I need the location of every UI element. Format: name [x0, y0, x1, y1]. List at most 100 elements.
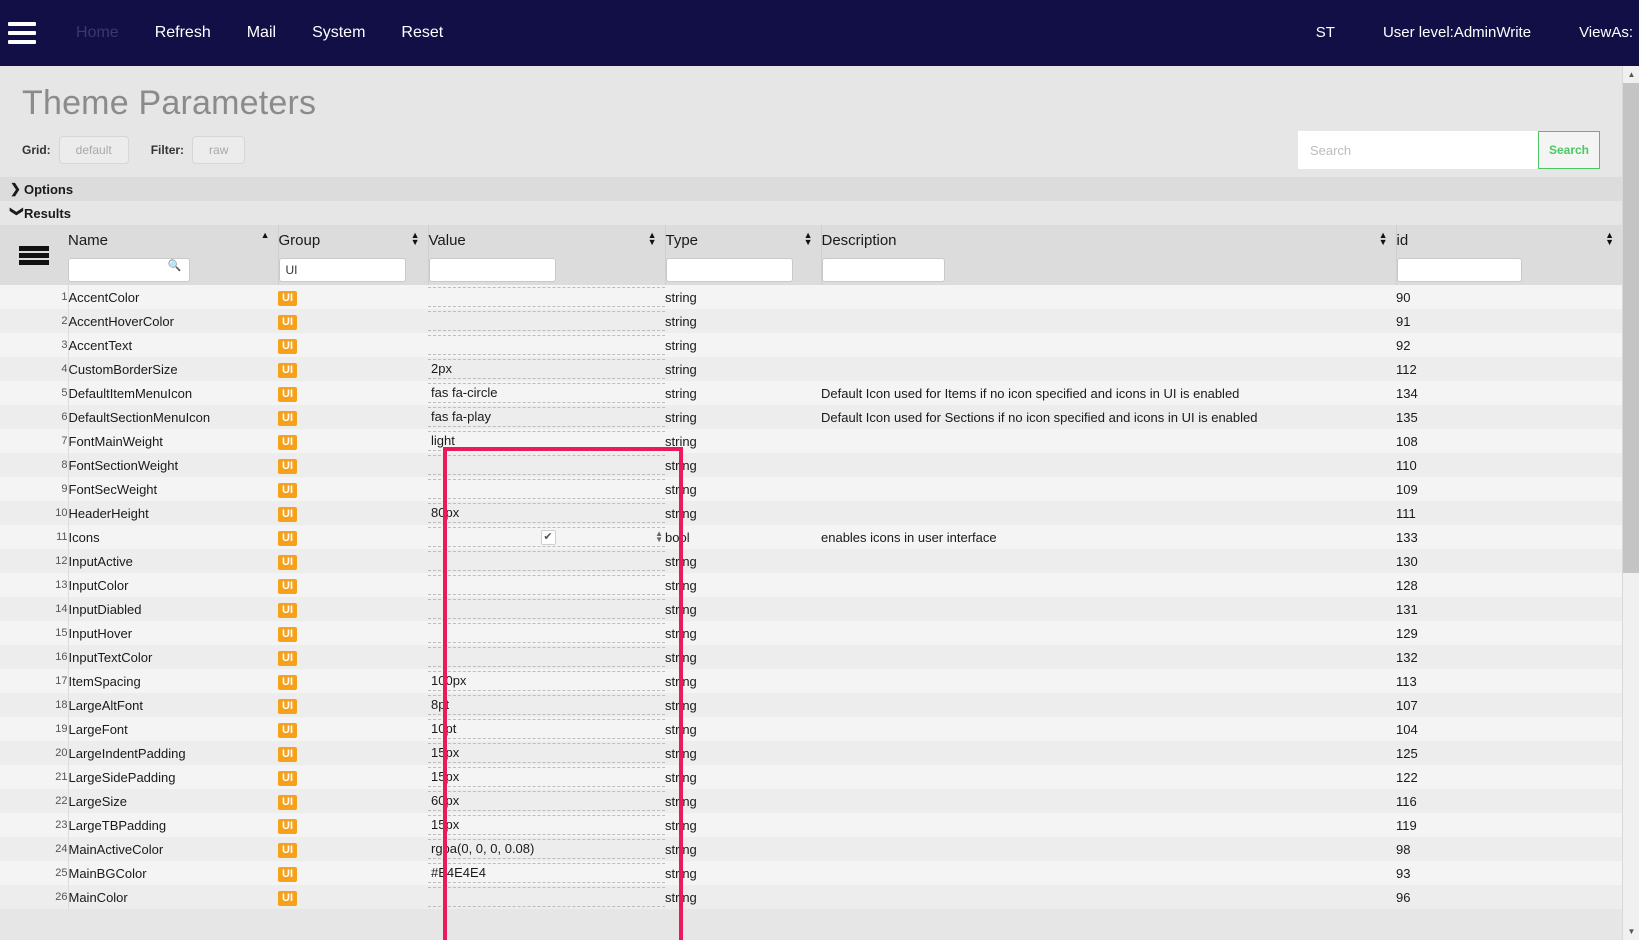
value-text-editor[interactable] [428, 479, 665, 499]
value-text-editor[interactable]: #E4E4E4 [428, 863, 665, 883]
nav-item-reset[interactable]: Reset [383, 0, 461, 66]
table-row[interactable]: 1 AccentColor UI string 90 [0, 285, 1622, 309]
nav-item-home[interactable]: Home [58, 0, 137, 66]
value-text-editor[interactable]: 8pt [428, 695, 665, 715]
column-header-name[interactable]: Name ▲▼ [68, 225, 278, 255]
table-row[interactable]: 16 InputTextColor UI string 132 [0, 645, 1622, 669]
value-text-editor[interactable]: fas fa-play [428, 407, 665, 427]
cell-value[interactable]: 10pt [428, 717, 665, 741]
table-row[interactable]: 10 HeaderHeight UI 80px string 111 [0, 501, 1622, 525]
cell-value[interactable]: 15px [428, 741, 665, 765]
table-row[interactable]: 13 InputColor UI string 128 [0, 573, 1622, 597]
table-row[interactable]: 11 Icons UI ✔ ▲ ▼ bool enables icons in user in… [0, 525, 1622, 549]
value-text-editor[interactable] [428, 647, 665, 667]
cell-value[interactable]: fas fa-play [428, 405, 665, 429]
table-row[interactable]: 5 DefaultItemMenuIcon UI fas fa-circle strin… [0, 381, 1622, 405]
value-text-editor[interactable]: 15px [428, 743, 665, 763]
cell-value[interactable] [428, 477, 665, 501]
filter-input-group[interactable] [278, 258, 406, 282]
sort-arrows-id-icon[interactable]: ▲ ▼ [1605, 231, 1614, 247]
value-text-editor[interactable] [428, 455, 665, 475]
table-row[interactable]: 24 MainActiveColor UI rgba(0, 0, 0, 0.08) st… [0, 837, 1622, 861]
table-row[interactable]: 21 LargeSidePadding UI 15px string 122 [0, 765, 1622, 789]
checkbox-icon[interactable]: ✔ [540, 529, 556, 545]
cell-value[interactable]: #E4E4E4 [428, 861, 665, 885]
table-row[interactable]: 14 InputDiabled UI string 131 [0, 597, 1622, 621]
value-text-editor[interactable] [428, 887, 665, 907]
value-text-editor[interactable]: 15px [428, 767, 665, 787]
cell-value[interactable]: light [428, 429, 665, 453]
table-row[interactable]: 18 LargeAltFont UI 8pt string 107 [0, 693, 1622, 717]
table-row[interactable]: 4 CustomBorderSize UI 2px string 112 [0, 357, 1622, 381]
value-text-editor[interactable]: 60px [428, 791, 665, 811]
sort-arrows-value-icon[interactable]: ▲ ▼ [648, 231, 657, 247]
cell-value[interactable]: 80px [428, 501, 665, 525]
cell-value[interactable] [428, 549, 665, 573]
cell-value[interactable]: 15px [428, 765, 665, 789]
value-text-editor[interactable] [428, 575, 665, 595]
cell-value[interactable]: ✔ ▲ ▼ [428, 525, 665, 549]
column-header-type[interactable]: Type ▲ ▼ [664, 225, 821, 255]
search-input[interactable] [1297, 131, 1538, 169]
grid-default-button[interactable]: default [58, 136, 129, 164]
nav-right-item-0[interactable]: ST [1292, 0, 1359, 66]
filter-input-description[interactable] [821, 258, 945, 282]
spinner-icon[interactable]: ▲ ▼ [655, 530, 663, 544]
vertical-scrollbar[interactable]: ▲ ▼ [1622, 66, 1639, 940]
column-header-description[interactable]: Description ▲ ▼ [820, 225, 1396, 255]
cell-value[interactable]: 100px [428, 669, 665, 693]
value-text-editor[interactable]: light [428, 431, 665, 451]
value-text-editor[interactable] [428, 287, 665, 307]
cell-value[interactable]: fas fa-circle [428, 381, 665, 405]
cell-value[interactable]: 8pt [428, 693, 665, 717]
table-row[interactable]: 3 AccentText UI string 92 [0, 333, 1622, 357]
value-text-editor[interactable] [428, 623, 665, 643]
filter-input-name[interactable] [68, 258, 190, 282]
nav-item-system[interactable]: System [294, 0, 383, 66]
value-text-editor[interactable] [428, 335, 665, 355]
column-header-value[interactable]: Value ▲ ▼ [427, 225, 665, 255]
cell-value[interactable]: 15px [428, 813, 665, 837]
table-row[interactable]: 12 InputActive UI string 130 [0, 549, 1622, 573]
table-row[interactable]: 7 FontMainWeight UI light string 108 [0, 429, 1622, 453]
sort-arrows-name-icon[interactable]: ▲▼ [261, 231, 270, 247]
value-text-editor[interactable]: rgba(0, 0, 0, 0.08) [428, 839, 665, 859]
table-row[interactable]: 6 DefaultSectionMenuIcon UI fas fa-play stri… [0, 405, 1622, 429]
cell-value[interactable] [428, 885, 665, 909]
nav-right-item-2[interactable]: ViewAs: [1555, 0, 1639, 66]
cell-value[interactable] [428, 333, 665, 357]
cell-value[interactable]: 2px [428, 357, 665, 381]
cell-value[interactable]: rgba(0, 0, 0, 0.08) [428, 837, 665, 861]
value-text-editor[interactable] [428, 551, 665, 571]
table-row[interactable]: 15 InputHover UI string 129 [0, 621, 1622, 645]
nav-right-item-1[interactable]: User level:AdminWrite [1359, 0, 1555, 66]
value-text-editor[interactable] [428, 599, 665, 619]
cell-value[interactable] [428, 645, 665, 669]
value-text-editor[interactable]: 2px [428, 359, 665, 379]
value-text-editor[interactable]: fas fa-circle [428, 383, 665, 403]
scroll-down-arrow-icon[interactable]: ▼ [1623, 923, 1639, 940]
table-row[interactable]: 26 MainColor UI string 96 [0, 885, 1622, 909]
cell-value[interactable] [428, 621, 665, 645]
grid-menu-icon[interactable] [0, 225, 68, 285]
cell-value[interactable] [428, 309, 665, 333]
table-row[interactable]: 9 FontSecWeight UI string 109 [0, 477, 1622, 501]
section-header-options[interactable]: ❯ Options [0, 177, 1622, 201]
table-row[interactable]: 20 LargeIndentPadding UI 15px string 125 [0, 741, 1622, 765]
table-row[interactable]: 8 FontSectionWeight UI string 110 [0, 453, 1622, 477]
value-text-editor[interactable]: 15px [428, 815, 665, 835]
column-header-id[interactable]: id ▲ ▼ [1395, 225, 1622, 255]
filter-input-value[interactable] [428, 258, 556, 282]
cell-value[interactable] [428, 285, 665, 309]
scrollbar-thumb[interactable] [1623, 83, 1639, 573]
value-text-editor[interactable]: 10pt [428, 719, 665, 739]
value-text-editor[interactable]: 100px [428, 671, 665, 691]
filter-raw-button[interactable]: raw [192, 136, 246, 164]
filter-input-id[interactable] [1396, 258, 1522, 282]
search-button[interactable]: Search [1537, 131, 1600, 169]
cell-value[interactable] [428, 573, 665, 597]
table-row[interactable]: 19 LargeFont UI 10pt string 104 [0, 717, 1622, 741]
sort-arrows-description-icon[interactable]: ▲ ▼ [1379, 231, 1388, 247]
hamburger-menu-icon[interactable] [8, 22, 36, 44]
sort-arrows-type-icon[interactable]: ▲ ▼ [804, 231, 813, 247]
